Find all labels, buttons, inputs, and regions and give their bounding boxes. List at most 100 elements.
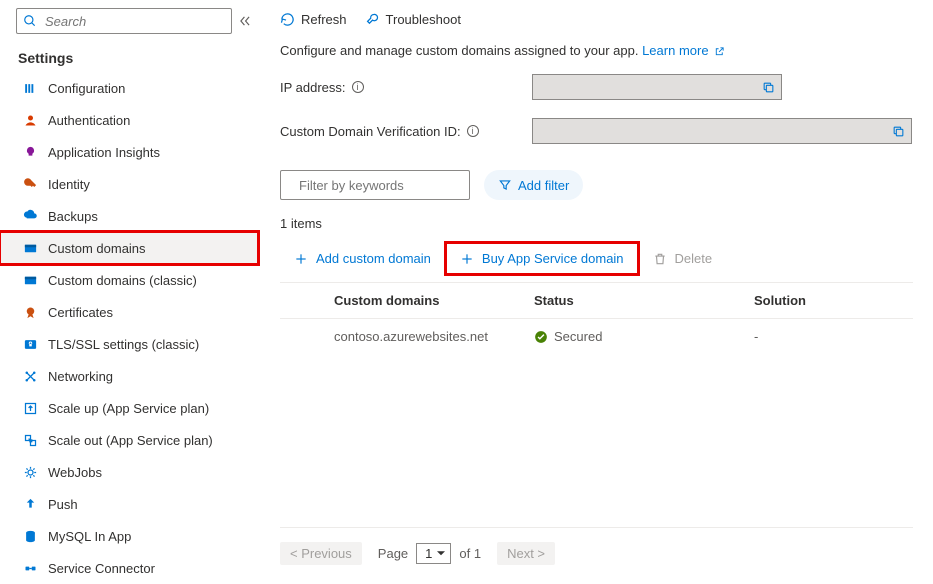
connector-icon: [22, 561, 38, 576]
backups-icon: [22, 209, 38, 224]
intro-text: Configure and manage custom domains assi…: [280, 43, 913, 58]
cell-solution: -: [754, 329, 905, 344]
page-select[interactable]: 1: [416, 543, 451, 564]
col-header-solution[interactable]: Solution: [754, 293, 905, 308]
sidebar-item-label: Custom domains (classic): [48, 273, 197, 288]
sidebar-item-webjobs[interactable]: WebJobs: [0, 456, 260, 488]
sidebar: Settings Configuration Authentication Appl…: [0, 0, 260, 579]
pager: < Previous Page 1 of 1 Next >: [280, 527, 913, 579]
sidebar-item-networking[interactable]: Networking: [0, 360, 260, 392]
filter-row: Add filter: [280, 170, 913, 200]
filter-keywords-box[interactable]: [280, 170, 470, 200]
sidebar-section-settings: Settings: [0, 44, 260, 72]
configuration-icon: [22, 81, 38, 96]
sidebar-item-label: Push: [48, 497, 78, 512]
sidebar-item-label: Backups: [48, 209, 98, 224]
search-icon: [23, 14, 37, 28]
sidebar-item-label: Scale out (App Service plan): [48, 433, 213, 448]
sidebar-item-appinsights[interactable]: Application Insights: [0, 136, 260, 168]
sidebar-item-customdomains[interactable]: Custom domains (classic): [0, 264, 260, 296]
copy-ip-button[interactable]: [757, 77, 779, 97]
buy-domain-button[interactable]: Buy App Service domain: [446, 245, 638, 272]
filter-keywords-input[interactable]: [297, 177, 477, 194]
intro-body: Configure and manage custom domains assi…: [280, 43, 638, 58]
cell-status: Secured: [534, 329, 754, 344]
sidebar-item-backups[interactable]: Backups: [0, 200, 260, 232]
table-row[interactable]: contoso.azurewebsites.netSecured-: [280, 319, 913, 354]
troubleshoot-label: Troubleshoot: [386, 12, 461, 27]
main-panel: Refresh Troubleshoot Configure and manag…: [260, 0, 933, 579]
add-filter-button[interactable]: Add filter: [484, 170, 583, 200]
copy-verification-button[interactable]: [887, 121, 909, 141]
delete-button: Delete: [639, 245, 727, 272]
learn-more-link[interactable]: Learn more: [642, 43, 725, 58]
table-actions: Add custom domain Buy App Service domain…: [280, 245, 913, 272]
ip-address-row: IP address: i: [280, 74, 913, 100]
collapse-sidebar-icon[interactable]: [238, 14, 252, 28]
sidebar-item-identity[interactable]: Identity: [0, 168, 260, 200]
info-icon[interactable]: i: [467, 125, 479, 137]
refresh-button[interactable]: Refresh: [280, 12, 347, 27]
info-icon[interactable]: i: [352, 81, 364, 93]
page-label-post: of 1: [459, 546, 481, 561]
sidebar-item-connector[interactable]: Service Connector: [0, 552, 260, 584]
sidebar-item-certificates[interactable]: Certificates: [0, 296, 260, 328]
authentication-icon: [22, 113, 38, 128]
sidebar-item-label: WebJobs: [48, 465, 102, 480]
next-page-button: Next >: [497, 542, 555, 565]
sidebar-item-label: MySQL In App: [48, 529, 131, 544]
col-header-domain[interactable]: Custom domains: [334, 293, 534, 308]
ip-address-label: IP address: i: [280, 80, 532, 95]
networking-icon: [22, 369, 38, 384]
sidebar-item-label: Networking: [48, 369, 113, 384]
appinsights-icon: [22, 145, 38, 160]
buy-domain-label: Buy App Service domain: [482, 251, 624, 266]
scaleup-icon: [22, 401, 38, 416]
push-icon: [22, 497, 38, 512]
troubleshoot-button[interactable]: Troubleshoot: [365, 12, 461, 27]
sidebar-item-label: Identity: [48, 177, 90, 192]
sidebar-item-configuration[interactable]: Configuration: [0, 72, 260, 104]
sidebar-item-label: Scale up (App Service plan): [48, 401, 209, 416]
identity-icon: [22, 177, 38, 192]
domains-table: Custom domains Status Solution contoso.a…: [280, 282, 913, 354]
command-bar: Refresh Troubleshoot: [280, 8, 913, 39]
sidebar-item-tls[interactable]: TLS/SSL settings (classic): [0, 328, 260, 360]
sidebar-item-scaleout[interactable]: Scale out (App Service plan): [0, 424, 260, 456]
delete-label: Delete: [675, 251, 713, 266]
sidebar-item-label: Service Connector: [48, 561, 155, 576]
refresh-label: Refresh: [301, 12, 347, 27]
sidebar-item-label: Application Insights: [48, 145, 160, 160]
verification-id-value-box: [532, 118, 912, 144]
ip-address-value-box: [532, 74, 782, 100]
add-filter-label: Add filter: [518, 178, 569, 193]
page-label-pre: Page: [378, 546, 408, 561]
table-header-row: Custom domains Status Solution: [280, 282, 913, 319]
sidebar-item-mysql[interactable]: MySQL In App: [0, 520, 260, 552]
sidebar-item-authentication[interactable]: Authentication: [0, 104, 260, 136]
customdomains-icon: [22, 241, 38, 256]
verification-id-row: Custom Domain Verification ID: i: [280, 118, 913, 144]
sidebar-item-customdomains[interactable]: Custom domains: [0, 232, 260, 264]
page-indicator: Page 1 of 1: [378, 543, 481, 564]
add-custom-domain-label: Add custom domain: [316, 251, 431, 266]
sidebar-item-label: Authentication: [48, 113, 130, 128]
sidebar-item-push[interactable]: Push: [0, 488, 260, 520]
sidebar-item-label: Configuration: [48, 81, 125, 96]
sidebar-item-label: Certificates: [48, 305, 113, 320]
add-custom-domain-button[interactable]: Add custom domain: [280, 245, 445, 272]
sidebar-search-input[interactable]: [43, 13, 225, 30]
prev-page-button: < Previous: [280, 542, 362, 565]
sidebar-item-scaleup[interactable]: Scale up (App Service plan): [0, 392, 260, 424]
page-value: 1: [425, 546, 432, 561]
sidebar-search-box[interactable]: [16, 8, 232, 34]
mysql-icon: [22, 529, 38, 544]
cell-domain: contoso.azurewebsites.net: [334, 329, 534, 344]
success-icon: [534, 330, 548, 344]
verification-id-label: Custom Domain Verification ID: i: [280, 124, 532, 139]
verification-label-text: Custom Domain Verification ID:: [280, 124, 461, 139]
webjobs-icon: [22, 465, 38, 480]
col-header-status[interactable]: Status: [534, 293, 754, 308]
scaleout-icon: [22, 433, 38, 448]
item-count: 1 items: [280, 216, 913, 231]
